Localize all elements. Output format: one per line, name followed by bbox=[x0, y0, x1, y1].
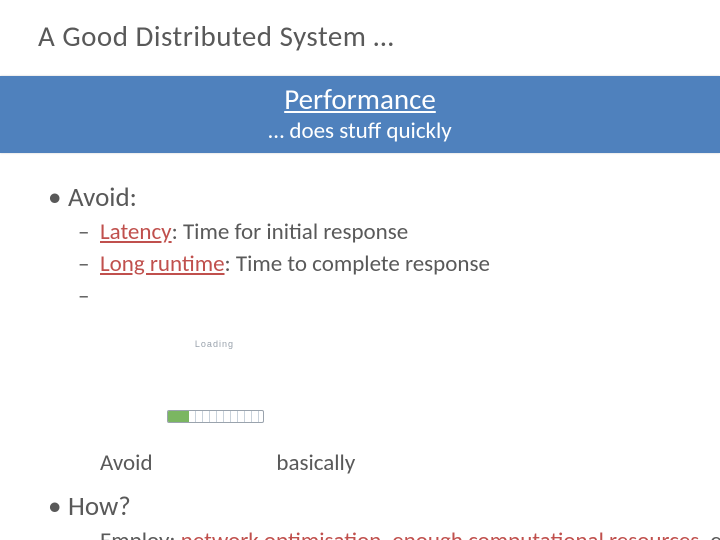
band-subheading: … does stuff quickly bbox=[0, 117, 720, 145]
slide-title-area: A Good Distributed System … bbox=[0, 0, 720, 62]
sep: : bbox=[225, 250, 236, 278]
band-heading: Performance bbox=[0, 81, 720, 117]
term-runtime: Long runtime bbox=[100, 250, 225, 278]
loading-widget: Loading bbox=[167, 282, 262, 481]
term-computational-resources: enough computational resources bbox=[392, 527, 699, 540]
slide-body: Avoid: Latency: Time for initial respons… bbox=[0, 153, 720, 540]
bullet-runtime: Long runtime: Time to complete response bbox=[78, 250, 682, 279]
highlight-band: Performance … does stuff quickly bbox=[0, 76, 720, 153]
term-latency: Latency bbox=[100, 218, 172, 246]
loading-bar bbox=[167, 410, 264, 423]
loading-label: Loading bbox=[167, 339, 262, 350]
slide: A Good Distributed System … Performance … bbox=[0, 0, 720, 540]
loading-bar-fill bbox=[168, 411, 189, 422]
bullet-avoid: Avoid: bbox=[48, 181, 682, 214]
seg-e: , etc. bbox=[699, 527, 720, 540]
sep: : bbox=[172, 218, 183, 246]
slide-title: A Good Distributed System … bbox=[38, 18, 690, 54]
bullet-employ: Employ: network optimisation, enough com… bbox=[78, 527, 682, 540]
seg-a: Employ: bbox=[100, 527, 181, 540]
bullet-loading: Avoid Loading basically bbox=[78, 282, 682, 481]
rest: Time to complete response bbox=[236, 250, 490, 278]
pre: Avoid bbox=[100, 449, 158, 477]
rest: Time for initial response bbox=[183, 218, 408, 246]
post: basically bbox=[271, 449, 355, 477]
bullet-how: How? bbox=[48, 490, 682, 523]
seg-c: , bbox=[381, 527, 392, 540]
term-network-optimisation: network optimisation bbox=[181, 527, 382, 540]
bullet-latency: Latency: Time for initial response bbox=[78, 218, 682, 247]
